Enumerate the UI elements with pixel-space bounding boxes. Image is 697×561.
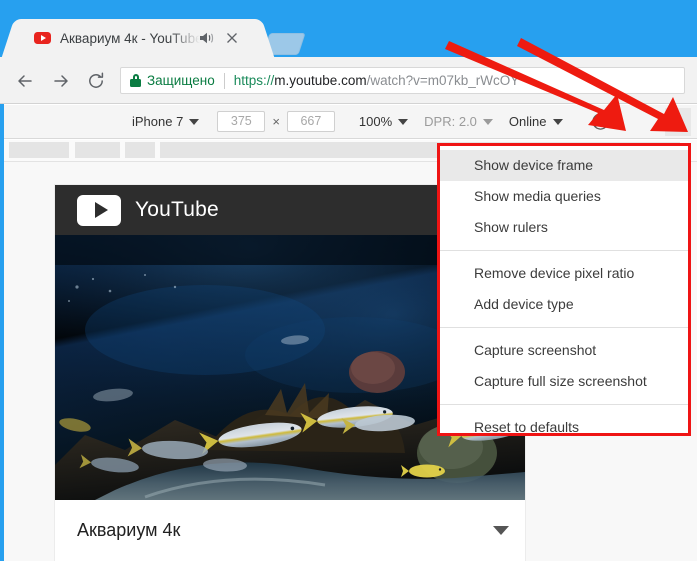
dot [676, 126, 680, 130]
menu-item-capture-screenshot[interactable]: Capture screenshot [440, 335, 688, 366]
back-arrow-icon[interactable] [14, 70, 36, 92]
dpr-selector[interactable]: DPR: 2.0 [424, 114, 493, 129]
device-options-menu-list: Show device frame Show media queries Sho… [440, 146, 688, 433]
browser-titlebar: Аквариум 4к - YouTube [0, 0, 697, 57]
chevron-down-icon [398, 118, 409, 125]
menu-item-add-device-type[interactable]: Add device type [440, 289, 688, 320]
device-name-label: iPhone 7 [132, 114, 184, 129]
three-dots-vertical-icon [676, 114, 680, 118]
zoom-label: 100% [358, 114, 393, 129]
browser-toolbar: Защищено https://m.youtube.com/watch?v=m… [0, 57, 697, 104]
device-selector[interactable]: iPhone 7 [132, 114, 200, 129]
dot [676, 120, 680, 124]
menu-separator [440, 404, 688, 405]
menu-item-show-media-queries[interactable]: Show media queries [440, 181, 688, 212]
viewport-width-input[interactable]: 375 [217, 111, 266, 132]
forward-arrow-icon[interactable] [50, 70, 72, 92]
menu-item-show-rulers[interactable]: Show rulers [440, 212, 688, 243]
video-title: Аквариум 4к [77, 520, 181, 540]
address-url: https://m.youtube.com/watch?v=m07kb_rWcO… [234, 73, 520, 88]
address-bar[interactable]: Защищено https://m.youtube.com/watch?v=m… [120, 67, 685, 94]
zoom-selector[interactable]: 100% [358, 114, 409, 129]
url-scheme: https:// [233, 73, 275, 88]
menu-item-show-device-frame[interactable]: Show device frame [440, 150, 688, 181]
youtube-favicon [34, 32, 51, 44]
menu-item-reset-to-defaults[interactable]: Reset to defaults [440, 412, 688, 433]
device-options-menu[interactable]: Show device frame Show media queries Sho… [437, 143, 691, 436]
security-label: Защищено [147, 73, 215, 88]
chevron-down-icon [189, 118, 200, 125]
rotate-device-icon[interactable] [591, 112, 610, 131]
chevron-down-icon [482, 118, 493, 125]
ruler-segment [75, 142, 120, 158]
network-throttle-selector[interactable]: Online [509, 114, 563, 129]
omnibox-divider [223, 72, 225, 89]
browser-window: Аквариум 4к - YouTube Защищено https://m… [0, 0, 697, 561]
chevron-down-icon[interactable] [493, 526, 509, 535]
device-more-options-button[interactable] [665, 108, 691, 136]
menu-item-capture-full-size-screenshot[interactable]: Capture full size screenshot [440, 366, 688, 397]
menu-separator [440, 327, 688, 328]
device-mode-toolbar: iPhone 7 375 × 667 100% DPR: 2.0 Online [4, 105, 697, 139]
menu-separator [440, 250, 688, 251]
dpr-label: DPR: 2.0 [424, 114, 477, 129]
reload-icon[interactable] [85, 70, 107, 92]
network-label: Online [508, 114, 547, 129]
viewport-height-input[interactable]: 667 [286, 111, 335, 132]
menu-item-remove-device-pixel-ratio[interactable]: Remove device pixel ratio [440, 258, 688, 289]
browser-tab[interactable]: Аквариум 4к - YouTube [22, 19, 254, 57]
dimension-separator: × [272, 114, 280, 129]
ruler-segment [9, 142, 69, 158]
ruler-segment [125, 142, 155, 158]
video-metadata-row[interactable]: Аквариум 4к [55, 500, 525, 561]
url-host: m.youtube.com [274, 73, 367, 88]
lock-icon [130, 74, 141, 87]
youtube-play-icon[interactable] [77, 194, 121, 226]
url-path: /watch?v=m07kb_rWcOY [366, 73, 520, 88]
site-name-label: YouTube [135, 198, 219, 221]
tab-title: Аквариум 4к - YouTube [60, 30, 200, 46]
chevron-down-icon [552, 118, 563, 125]
